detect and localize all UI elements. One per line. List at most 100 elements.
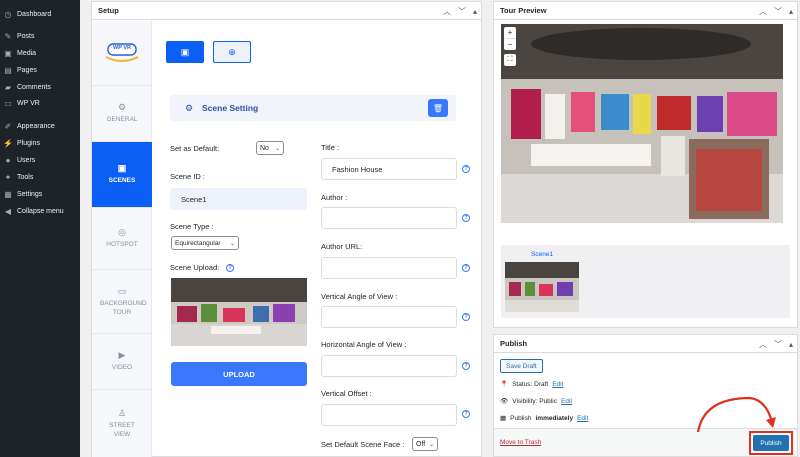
help-icon[interactable]: ?: [462, 264, 470, 272]
collapse-icon: ◀: [4, 206, 12, 216]
sidebar-item-label: Dashboard: [17, 10, 52, 18]
upload-button[interactable]: UPLOAD: [171, 362, 307, 386]
publish-controls: ︿ ﹀ ▴: [759, 335, 793, 353]
sidebar-item-posts[interactable]: ✎ Posts: [0, 29, 80, 43]
chevron-down-icon: ⌄: [274, 145, 280, 152]
collapse-arrow-icon[interactable]: ▴: [473, 7, 477, 16]
title-field[interactable]: Fashion House: [321, 158, 457, 180]
sidebar-item-collapse[interactable]: ◀ Collapse menu: [0, 204, 80, 218]
wrench-icon: ✦: [4, 172, 12, 182]
sidebar-item-label: Posts: [17, 32, 35, 40]
sidebar-item-pages[interactable]: ▤ Pages: [0, 63, 80, 77]
scene-id-field[interactable]: Scene1: [170, 188, 307, 210]
tour-preview-controls: ︿ ﹀ ▴: [759, 2, 793, 20]
scene-id-label: Scene ID :: [170, 172, 206, 181]
plus-circle-icon: ⊕: [228, 46, 236, 57]
delete-scene-button[interactable]: 🗑: [428, 99, 448, 117]
visibility-edit-link[interactable]: Edit: [561, 398, 572, 405]
add-scene-button[interactable]: ⊕: [213, 41, 251, 63]
panorama-viewer[interactable]: + − ⛶: [501, 24, 783, 223]
help-icon[interactable]: ?: [462, 165, 470, 173]
sidebar-item-label: Tools: [17, 173, 34, 181]
nav-hotspot[interactable]: ◎ HOTSPOT: [92, 207, 152, 269]
nav-label: SCENES: [108, 177, 136, 184]
default-face-select[interactable]: Off ⌄: [412, 437, 438, 451]
move-up-icon[interactable]: ︿: [443, 6, 451, 17]
move-to-trash-link[interactable]: Move to Trash: [500, 439, 541, 446]
scene-upload-preview: [171, 278, 307, 346]
save-draft-button[interactable]: Save Draft: [500, 359, 543, 373]
sidebar-item-comments[interactable]: ▰ Comments: [0, 80, 80, 94]
street-view-icon: ♙: [117, 408, 127, 418]
help-icon[interactable]: ?: [462, 410, 470, 418]
panorama-thumbnail: [171, 278, 307, 346]
move-up-icon[interactable]: ︿: [759, 6, 767, 17]
move-down-icon[interactable]: ﹀: [774, 339, 782, 350]
sidebar-item-tools[interactable]: ✦ Tools: [0, 170, 80, 184]
tour-preview-panel: Tour Preview ︿ ﹀ ▴ + − ⛶ Scene1: [493, 1, 798, 328]
sidebar-item-dashboard[interactable]: ◷ Dashboard: [0, 7, 80, 21]
author-field[interactable]: [321, 207, 457, 229]
author-url-field[interactable]: [321, 257, 457, 279]
nav-street-view[interactable]: ♙ STREET VIEW: [92, 389, 152, 457]
admin-sidebar: ◷ Dashboard ✎ Posts ▣ Media ▤ Pages ▰ Comment…: [0, 0, 80, 457]
horizontal-angle-field[interactable]: [321, 355, 457, 377]
vertical-angle-field[interactable]: [321, 306, 457, 328]
sidebar-item-wpvr[interactable]: ▭ WP VR: [0, 96, 80, 110]
scene-thumbnail[interactable]: [505, 262, 579, 312]
gear-icon: ⚙: [117, 102, 127, 112]
setup-panel: Setup ︿ ﹀ ▴ WP VR ⚙ GENERAL ▣ SCENES ◎ HOTS…: [91, 1, 482, 457]
move-up-icon[interactable]: ︿: [759, 339, 767, 350]
select-value: No: [260, 144, 269, 152]
nav-label: HOTSPOT: [106, 241, 138, 248]
image-icon: ▣: [180, 46, 190, 57]
media-icon: ▣: [4, 48, 12, 58]
sidebar-item-appearance[interactable]: ✐ Appearance: [0, 119, 80, 133]
fullscreen-icon[interactable]: ⛶: [504, 54, 516, 66]
author-label: Author :: [321, 193, 348, 202]
scene-thumbnails: Scene1: [501, 245, 790, 318]
button-label: UPLOAD: [223, 369, 255, 379]
scene-thumbnail-image: [505, 262, 579, 312]
move-down-icon[interactable]: ﹀: [774, 6, 782, 17]
brush-icon: ✐: [4, 121, 12, 131]
publish-button[interactable]: Publish: [753, 435, 789, 451]
chevron-down-icon: ⌄: [229, 240, 235, 247]
sidebar-item-media[interactable]: ▣ Media: [0, 46, 80, 60]
nav-general[interactable]: ⚙ GENERAL: [92, 85, 152, 141]
sidebar-item-plugins[interactable]: ⚡ Plugins: [0, 136, 80, 150]
sidebar-item-settings[interactable]: ▦ Settings: [0, 187, 80, 201]
scene-tab-button[interactable]: ▣: [166, 41, 204, 63]
zoom-out-icon[interactable]: −: [504, 38, 516, 50]
scene-type-select[interactable]: Equirectangular ⌄: [171, 236, 239, 250]
collapse-arrow-icon[interactable]: ▴: [789, 340, 793, 349]
status-row: 📍 Status: Draft Edit: [500, 380, 563, 389]
nav-background-tour[interactable]: ▭ BACKGROUND TOUR: [92, 269, 152, 333]
help-icon[interactable]: ?: [226, 264, 234, 272]
wpvr-logo: WP VR: [102, 41, 142, 63]
button-label: Publish: [760, 439, 782, 447]
vertical-offset-field[interactable]: [321, 404, 457, 426]
thumb-label: Scene1: [531, 251, 554, 258]
help-icon[interactable]: ?: [462, 362, 470, 370]
move-down-icon[interactable]: ﹀: [458, 6, 466, 17]
nav-scenes[interactable]: ▣ SCENES: [92, 141, 152, 207]
publish-time-value: immediately: [535, 414, 574, 422]
sidebar-item-users[interactable]: ● Users: [0, 153, 80, 167]
set-default-select[interactable]: No ⌄: [256, 141, 284, 155]
publish-title: Publish: [500, 339, 528, 348]
publish-time-edit-link[interactable]: Edit: [577, 415, 588, 422]
sidebar-item-label: Media: [17, 49, 37, 57]
eye-icon: 👁: [500, 398, 509, 405]
help-icon[interactable]: ?: [462, 214, 470, 222]
zoom-in-icon[interactable]: +: [504, 27, 516, 38]
status-edit-link[interactable]: Edit: [552, 381, 563, 388]
status-text: Status: Draft: [512, 380, 549, 388]
nav-video[interactable]: ▶ VIDEO: [92, 333, 152, 389]
wpvr-icon: ▭: [4, 98, 12, 108]
help-icon[interactable]: ?: [462, 313, 470, 321]
vertical-offset-label: Vertical Offset :: [321, 389, 372, 398]
pin-icon: ✎: [4, 31, 12, 41]
collapse-arrow-icon[interactable]: ▴: [789, 7, 793, 16]
scene-setting-title: Scene Setting: [202, 103, 259, 113]
